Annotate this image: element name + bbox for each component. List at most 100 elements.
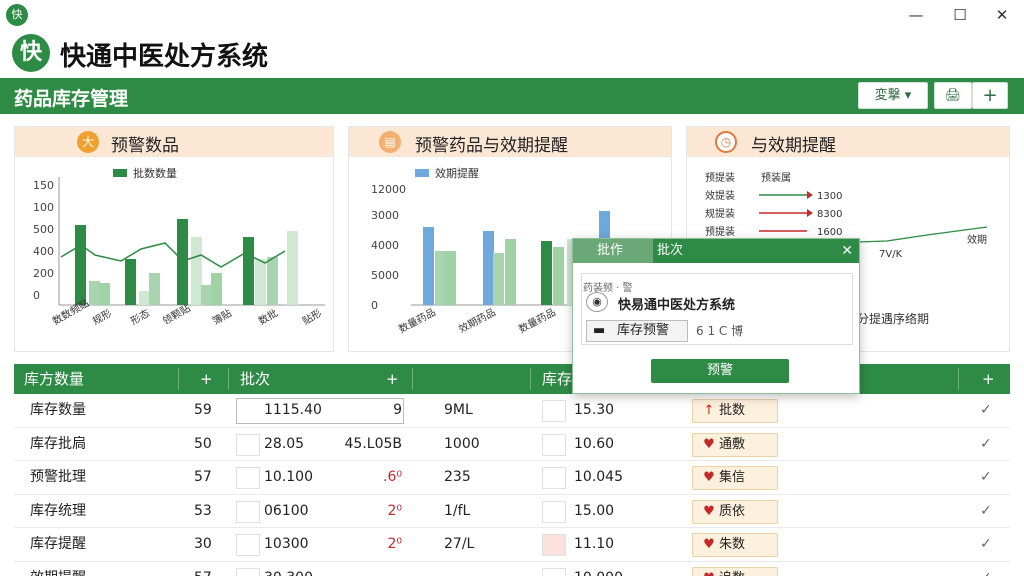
print-icon: 🖨 <box>944 88 962 103</box>
unit-value: 1000 <box>444 435 480 452</box>
qty-value: 57 <box>194 562 212 576</box>
clock-icon: ◷ <box>715 131 737 153</box>
card-title: 与效期提醒 <box>751 136 836 156</box>
row-label: 效提装 <box>705 189 735 202</box>
warning-button[interactable]: 预警 <box>651 359 789 383</box>
stock-table: 库方数量 + 批次 + 库存 + 库存数量 59 1115.40 9 9ML 15.30 ↑… <box>14 364 1010 576</box>
stock-value: 10.045 <box>574 469 623 486</box>
batch-extra: 2⁰ <box>387 502 402 519</box>
checkbox[interactable] <box>542 567 566 576</box>
checkbox[interactable] <box>236 534 260 557</box>
status-badge[interactable]: ♥ 质依 <box>692 499 778 524</box>
x-tick-label: 效期药品 <box>456 305 497 335</box>
bar <box>99 283 110 305</box>
print-button[interactable]: 🖨 <box>934 82 972 109</box>
check-icon[interactable]: ✓ <box>980 562 992 576</box>
status-icon: ♥ <box>703 503 715 519</box>
checkbox[interactable] <box>542 400 566 422</box>
checkbox[interactable] <box>236 567 260 576</box>
arrow-head <box>807 209 813 217</box>
unit-value: 1/fL <box>444 502 471 519</box>
add-button[interactable]: + <box>972 82 1008 109</box>
checkbox[interactable] <box>236 500 260 523</box>
batch-value: 10.100 <box>264 469 313 486</box>
stock-warning-button[interactable]: ▬ 库存预警 <box>586 320 688 342</box>
card-header: ▤ 预警药品与效期提醒 <box>349 127 671 157</box>
bar <box>139 291 150 305</box>
bar <box>553 247 564 305</box>
card-warning-stock: 大 预警数品 批数数量 150 100 500 400 200 0 数数频贴 规形 形态 领颗贴… <box>14 126 334 352</box>
check-icon[interactable]: ✓ <box>980 528 992 561</box>
row-label: 规提装 <box>705 207 735 220</box>
printer-icon: ▬ <box>593 323 606 338</box>
status-icon: ↑ <box>703 403 715 418</box>
status-badge[interactable]: ↑ 批数 <box>692 399 778 423</box>
x-tick-label: 规形 <box>90 306 114 327</box>
value-label: 8300 <box>817 209 842 220</box>
status-label: 朱数 <box>719 537 746 553</box>
y-tick-label: 4000 <box>371 239 399 252</box>
logo: 快 <box>12 34 50 72</box>
check-icon[interactable]: ✓ <box>980 461 992 494</box>
status-badge[interactable]: ♥ 朱数 <box>692 533 778 558</box>
bar <box>541 241 552 305</box>
checkbox[interactable] <box>236 467 260 490</box>
app-icon: 快 <box>6 4 28 26</box>
x-tick-label: 数量药品 <box>516 305 557 335</box>
document-icon: ▤ <box>379 131 401 153</box>
status-badge[interactable]: ♥ 集信 <box>692 466 778 491</box>
batch-value: 1115.40 <box>264 402 322 418</box>
drug-name: 效期提醒 <box>30 562 86 576</box>
check-icon[interactable]: ✓ <box>980 495 992 528</box>
checkbox[interactable] <box>542 534 566 557</box>
maximize-button[interactable]: ☐ <box>948 4 972 26</box>
header-batch[interactable]: 批次 <box>240 364 270 394</box>
header-add-icon[interactable]: + <box>386 364 399 394</box>
table-row[interactable]: 库存统理 53 06100 2⁰ 1/fL 15.00 ♥ 质依 ✓ <box>14 495 1010 529</box>
y-tick-label: 150 <box>33 179 54 192</box>
header-add-icon[interactable]: + <box>200 364 213 394</box>
status-badge[interactable]: ♥ 通敷 <box>692 432 778 457</box>
batch-meta: 6 1 C 博 <box>696 324 744 338</box>
close-button[interactable]: ✕ <box>990 4 1014 26</box>
header-qty[interactable]: 库方数量 <box>24 364 84 394</box>
bar <box>445 251 456 305</box>
table-row[interactable]: 库存批扃 50 28.05 45.L05B 1000 10.60 ♥ 通敷 ✓ <box>14 428 1010 462</box>
checkbox[interactable] <box>542 433 566 456</box>
minimize-button[interactable]: — <box>904 4 928 26</box>
checkbox[interactable] <box>542 467 566 490</box>
bar <box>435 251 446 305</box>
stock-value: 15.30 <box>574 402 615 418</box>
header-stock[interactable]: 库存 <box>542 364 572 394</box>
check-icon[interactable]: ✓ <box>980 428 992 461</box>
dropdown-button[interactable]: 変撃 ▾ <box>858 82 928 109</box>
table-row[interactable]: 预警批理 57 10.100 .6⁰ 235 10.045 ♥ 集信 ✓ <box>14 461 1010 495</box>
app-header: 快 快通中医处方系统 <box>0 30 1024 76</box>
y-tick-label: 500 <box>33 223 54 236</box>
checkbox[interactable] <box>236 433 260 456</box>
bar <box>75 225 86 305</box>
header-add-icon[interactable]: + <box>982 364 995 394</box>
checkbox[interactable] <box>542 500 566 523</box>
axis-label: 7V/K <box>879 249 903 260</box>
close-icon[interactable]: ✕ <box>841 239 853 263</box>
stock-value: 15.00 <box>574 502 615 519</box>
table-row[interactable]: 库存数量 59 1115.40 9 9ML 15.30 ↑ 批数 ✓ <box>14 394 1010 428</box>
status-label: 集信 <box>719 470 746 486</box>
table-header: 库方数量 + 批次 + 库存 + <box>14 364 1010 394</box>
tab-operation[interactable]: 批作 <box>573 239 653 263</box>
status-badge[interactable]: ♥追数 <box>692 566 778 576</box>
tab-batch[interactable]: 批次 <box>657 239 737 263</box>
status-label: 追数 <box>719 571 745 576</box>
system-name: 快易通中医处方系统 <box>618 298 736 313</box>
column-divider <box>530 368 531 390</box>
check-icon[interactable]: ✓ <box>980 394 992 427</box>
drug-name: 预警批理 <box>30 469 86 486</box>
y-tick-label: 100 <box>33 201 54 214</box>
batch-extra: 45.L05B <box>344 435 402 452</box>
table-row[interactable]: 效期提醒 57 30.300 10.000 ♥追数 ✓ <box>14 562 1010 576</box>
unit-value: 27/L <box>444 536 475 553</box>
batch-extra <box>344 562 402 576</box>
batch-extra: 9 <box>393 402 402 418</box>
table-row[interactable]: 库存提醒 30 10300 2⁰ 27/L 11.10 ♥ 朱数 ✓ <box>14 528 1010 562</box>
